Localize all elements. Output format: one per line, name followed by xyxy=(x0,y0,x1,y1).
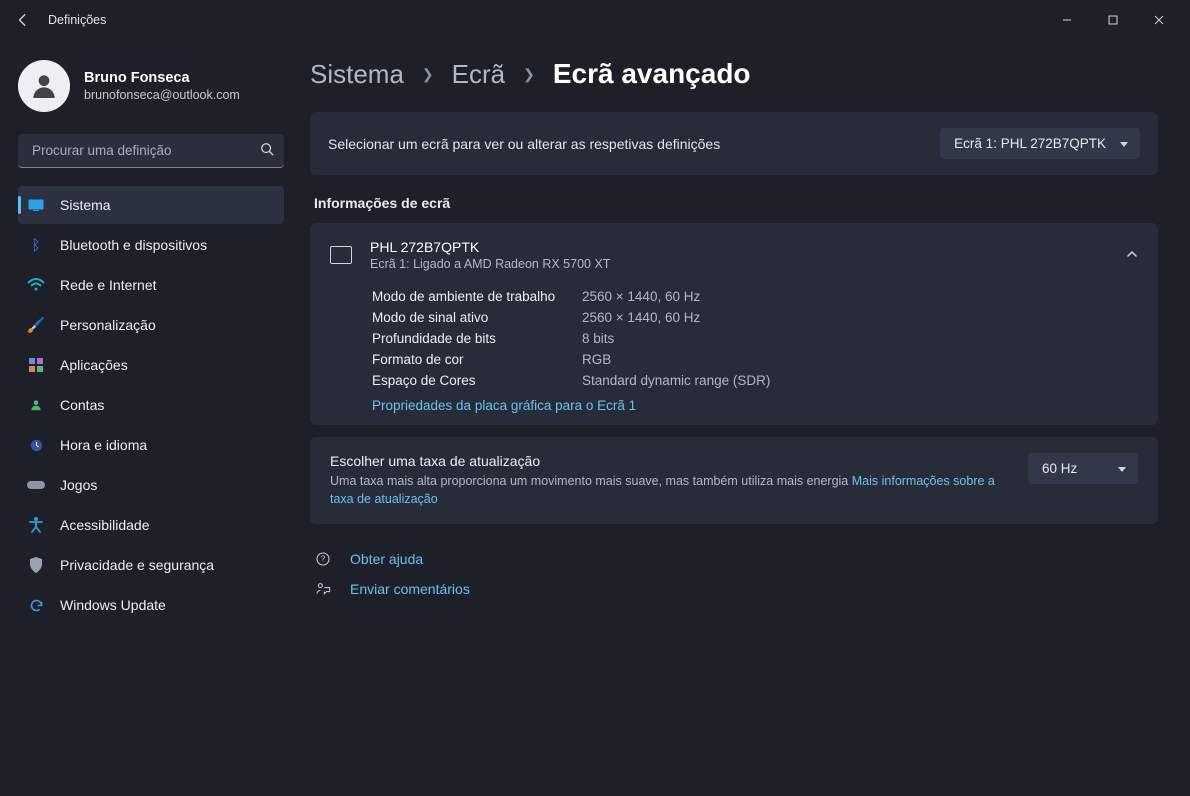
back-button[interactable] xyxy=(8,5,38,35)
info-label: Profundidade de bits xyxy=(372,331,582,346)
help-icon: ? xyxy=(314,550,332,568)
help-link-row: ? Obter ajuda xyxy=(314,550,1158,568)
sidebar-item-label: Aplicações xyxy=(60,357,128,373)
sidebar-item-label: Acessibilidade xyxy=(60,517,150,533)
maximize-button[interactable] xyxy=(1090,4,1136,36)
breadcrumb-ecra[interactable]: Ecrã xyxy=(452,59,505,90)
avatar xyxy=(18,60,70,112)
clock-icon xyxy=(26,435,46,455)
info-label: Formato de cor xyxy=(372,352,582,367)
feedback-link-row: Enviar comentários xyxy=(314,580,1158,598)
display-subtitle: Ecrã 1: Ligado a AMD Radeon RX 5700 XT xyxy=(370,257,610,271)
sidebar-item-hora-e-idioma[interactable]: Hora e idioma xyxy=(18,426,284,464)
refresh-rate-card: Escolher uma taxa de atualização Uma tax… xyxy=(310,437,1158,524)
sidebar-item-label: Personalização xyxy=(60,317,156,333)
display-icon xyxy=(26,195,46,215)
refresh-rate-value: 60 Hz xyxy=(1042,461,1077,476)
info-section-title: Informações de ecrã xyxy=(314,195,1158,211)
bluetooth-icon: ᛒ xyxy=(26,235,46,255)
sidebar-item-label: Contas xyxy=(60,397,104,413)
apps-icon xyxy=(26,355,46,375)
display-info-header[interactable]: PHL 272B7QPTK Ecrã 1: Ligado a AMD Radeo… xyxy=(310,223,1158,285)
info-value: 8 bits xyxy=(582,331,1138,346)
sidebar-item-label: Jogos xyxy=(60,477,97,493)
display-selector-value: Ecrã 1: PHL 272B7QPTK xyxy=(954,136,1106,151)
brush-icon: 🖌️ xyxy=(26,315,46,335)
breadcrumb: Sistema ❯ Ecrã ❯ Ecrã avançado xyxy=(310,58,1158,90)
sidebar: Bruno Fonseca brunofonseca@outlook.com S… xyxy=(0,40,300,796)
minimize-button[interactable] xyxy=(1044,4,1090,36)
display-info-grid: Modo de ambiente de trabalho2560 × 1440,… xyxy=(310,285,1158,425)
accessibility-icon xyxy=(26,515,46,535)
window-title: Definições xyxy=(48,13,106,27)
display-selector[interactable]: Ecrã 1: PHL 272B7QPTK xyxy=(940,128,1140,159)
chevron-up-icon xyxy=(1126,248,1138,263)
sidebar-item-personaliza-o[interactable]: 🖌️ Personalização xyxy=(18,306,284,344)
info-label: Modo de ambiente de trabalho xyxy=(372,289,582,304)
game-icon xyxy=(26,475,46,495)
search-icon xyxy=(260,142,274,159)
svg-text:?: ? xyxy=(321,555,326,564)
display-name: PHL 272B7QPTK xyxy=(370,239,610,255)
sidebar-item-label: Sistema xyxy=(60,197,111,213)
help-link[interactable]: Obter ajuda xyxy=(350,551,423,567)
close-button[interactable] xyxy=(1136,4,1182,36)
sidebar-item-windows-update[interactable]: Windows Update xyxy=(18,586,284,624)
breadcrumb-sistema[interactable]: Sistema xyxy=(310,59,404,90)
sidebar-item-contas[interactable]: Contas xyxy=(18,386,284,424)
sidebar-item-bluetooth-e-dispositivos[interactable]: ᛒ Bluetooth e dispositivos xyxy=(18,226,284,264)
refresh-rate-desc: Uma taxa mais alta proporciona um movime… xyxy=(330,473,1014,508)
refresh-rate-select[interactable]: 60 Hz xyxy=(1028,453,1138,484)
chevron-right-icon: ❯ xyxy=(523,66,535,83)
info-value: Standard dynamic range (SDR) xyxy=(582,373,1138,388)
display-info-card: PHL 272B7QPTK Ecrã 1: Ligado a AMD Radeo… xyxy=(310,223,1158,425)
titlebar: Definições xyxy=(0,0,1190,40)
sidebar-item-label: Hora e idioma xyxy=(60,437,147,453)
chevron-right-icon: ❯ xyxy=(422,66,434,83)
sidebar-item-aplica-es[interactable]: Aplicações xyxy=(18,346,284,384)
info-value: 2560 × 1440, 60 Hz xyxy=(582,289,1138,304)
sidebar-item-jogos[interactable]: Jogos xyxy=(18,466,284,504)
update-icon xyxy=(26,595,46,615)
main-panel: Sistema ❯ Ecrã ❯ Ecrã avançado Seleciona… xyxy=(300,40,1190,796)
nav: Sistema ᛒ Bluetooth e dispositivos Rede e I… xyxy=(18,186,284,624)
refresh-rate-title: Escolher uma taxa de atualização xyxy=(330,453,1014,469)
sidebar-item-rede-e-internet[interactable]: Rede e Internet xyxy=(18,266,284,304)
monitor-icon xyxy=(330,246,352,264)
feedback-icon xyxy=(314,580,332,598)
sidebar-item-label: Privacidade e segurança xyxy=(60,557,214,573)
banner-message: Selecionar um ecrã para ver ou alterar a… xyxy=(328,136,926,152)
sidebar-item-label: Bluetooth e dispositivos xyxy=(60,237,207,253)
sidebar-item-label: Windows Update xyxy=(60,597,166,613)
wifi-icon xyxy=(26,275,46,295)
search-box[interactable] xyxy=(18,134,284,168)
adapter-properties-link[interactable]: Propriedades da placa gráfica para o Ecr… xyxy=(372,398,1138,413)
sidebar-item-label: Rede e Internet xyxy=(60,277,157,293)
footer-links: ? Obter ajuda Enviar comentários xyxy=(310,536,1158,598)
feedback-link[interactable]: Enviar comentários xyxy=(350,581,470,597)
sidebar-item-sistema[interactable]: Sistema xyxy=(18,186,284,224)
account-name: Bruno Fonseca xyxy=(84,70,240,86)
select-display-banner: Selecionar um ecrã para ver ou alterar a… xyxy=(310,112,1158,175)
info-label: Espaço de Cores xyxy=(372,373,582,388)
person-icon xyxy=(26,395,46,415)
account-email: brunofonseca@outlook.com xyxy=(84,88,240,102)
info-value: RGB xyxy=(582,352,1138,367)
account-block[interactable]: Bruno Fonseca brunofonseca@outlook.com xyxy=(18,52,284,126)
info-label: Modo de sinal ativo xyxy=(372,310,582,325)
sidebar-item-privacidade-e-seguran-a[interactable]: Privacidade e segurança xyxy=(18,546,284,584)
info-value: 2560 × 1440, 60 Hz xyxy=(582,310,1138,325)
shield-icon xyxy=(26,555,46,575)
sidebar-item-acessibilidade[interactable]: Acessibilidade xyxy=(18,506,284,544)
search-input[interactable] xyxy=(30,142,252,159)
breadcrumb-current: Ecrã avançado xyxy=(553,58,751,90)
